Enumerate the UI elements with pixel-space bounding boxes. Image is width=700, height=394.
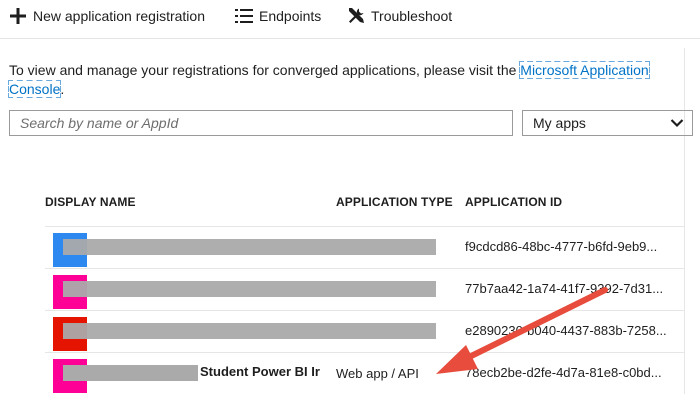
search-input[interactable] — [10, 111, 512, 135]
application-type: Web app / API — [336, 366, 419, 381]
application-id: f9cdcd86-48bc-4777-b6fd-9eb9... — [465, 239, 658, 254]
application-id: 77b7aa42-1a74-41f7-9392-7d31... — [465, 281, 664, 296]
column-header-application-type[interactable]: APPLICATION TYPE — [336, 195, 453, 209]
redacted-name — [63, 281, 436, 297]
column-header-application-id[interactable]: APPLICATION ID — [465, 195, 562, 209]
application-id: 78ecb2be-d2fe-4d7a-81e8-c0bd... — [465, 365, 662, 380]
redacted-name — [63, 323, 436, 339]
chevron-down-icon — [670, 116, 684, 130]
info-text: To view and manage your registrations fo… — [9, 62, 521, 78]
application-id: e2890230-b040-4437-883b-7258... — [465, 323, 667, 338]
apps-filter-select[interactable]: My apps — [522, 110, 693, 136]
toolbar-divider — [0, 38, 700, 39]
troubleshoot-label: Troubleshoot — [371, 8, 453, 24]
new-application-registration-label: New application registration — [33, 8, 205, 24]
list-icon — [234, 6, 254, 26]
search-box — [9, 110, 513, 136]
info-message: To view and manage your registrations fo… — [8, 61, 684, 99]
table-row[interactable]: 77b7aa42-1a74-41f7-9392-7d31... — [45, 268, 685, 310]
table-row[interactable]: e2890230-b040-4437-883b-7258... — [45, 310, 685, 352]
plus-icon — [8, 6, 28, 26]
table-row[interactable]: Student Power BI Ir Web app / API 78ecb2… — [45, 352, 685, 394]
endpoints-button[interactable]: Endpoints — [234, 6, 321, 26]
apps-filter-value: My apps — [533, 115, 586, 131]
command-bar: New application registration Endpoints T… — [0, 0, 700, 34]
endpoints-label: Endpoints — [259, 8, 322, 24]
display-name: Student Power BI Ir — [200, 364, 320, 379]
troubleshoot-button[interactable]: Troubleshoot — [346, 6, 452, 26]
column-header-display-name[interactable]: DISPLAY NAME — [45, 195, 136, 209]
table-row[interactable]: f9cdcd86-48bc-4777-b6fd-9eb9... — [45, 226, 685, 268]
redacted-name — [63, 365, 198, 381]
info-suffix: . — [60, 81, 65, 97]
new-application-registration-button[interactable]: New application registration — [8, 6, 205, 26]
redacted-name — [63, 239, 436, 255]
tools-icon — [346, 6, 366, 26]
